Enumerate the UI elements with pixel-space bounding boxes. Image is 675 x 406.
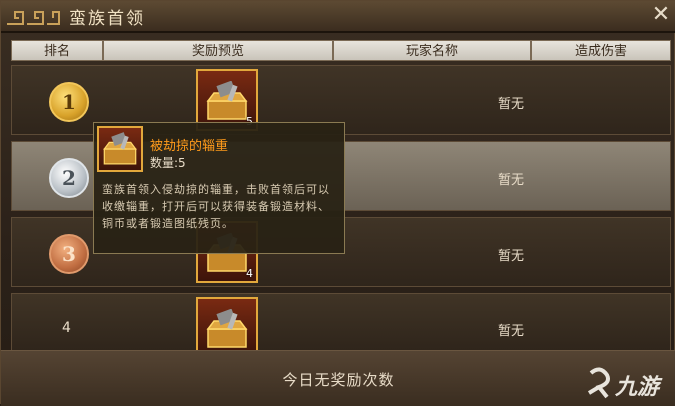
player-name-value: 暂无 <box>498 324 525 339</box>
boss-reward-window: 蛮族首领 ✕ 排名 奖励预览 玩家名称 造成伤害 1 5 暂无 2 暂无 3 <box>0 0 675 406</box>
player-name-value: 暂无 <box>498 249 525 264</box>
reward-status-text: 今日无奖励次数 <box>282 371 395 389</box>
tooltip-item-name: 被劫掠的辎重 <box>150 139 229 154</box>
item-tooltip: 被劫掠的辎重 数量:5 蛮族首领入侵劫掠的辎重，击败首领后可以收缴辎重，打开后可… <box>93 122 345 254</box>
reward-count: 4 <box>246 267 253 280</box>
header-damage: 造成伤害 <box>531 40 671 61</box>
rank-medal-gold: 1 <box>49 82 89 122</box>
reward-item-slot[interactable] <box>196 297 258 351</box>
tooltip-item-icon <box>97 126 143 172</box>
close-button[interactable]: ✕ <box>649 3 673 27</box>
player-name-value: 暂无 <box>498 173 525 188</box>
footer-bar: 今日无奖励次数 <box>1 350 675 406</box>
rank-number: 4 <box>62 320 71 336</box>
table-row: 4 暂无 <box>11 293 671 351</box>
title-ornament-icon <box>7 11 60 25</box>
player-name-value: 暂无 <box>498 97 525 112</box>
header-player-name: 玩家名称 <box>333 40 531 61</box>
header-reward-preview: 奖励预览 <box>103 40 333 61</box>
tooltip-quantity: 数量:5 <box>150 156 186 170</box>
rank-medal-bronze: 3 <box>49 234 89 274</box>
chest-icon <box>206 81 248 120</box>
header-rank: 排名 <box>11 40 103 61</box>
title-bar: 蛮族首领 ✕ <box>1 1 675 33</box>
nine-game-logo-icon <box>587 367 610 399</box>
watermark-logo: 九游 <box>585 367 673 401</box>
chest-icon <box>103 132 137 165</box>
rank-medal-silver: 2 <box>49 158 89 198</box>
chest-icon <box>206 309 248 348</box>
close-icon: ✕ <box>651 2 671 27</box>
tooltip-description: 蛮族首领入侵劫掠的辎重，击败首领后可以收缴辎重，打开后可以获得装备锻造材料、铜币… <box>102 183 330 230</box>
watermark-text: 九游 <box>615 375 660 400</box>
window-title: 蛮族首领 <box>69 9 145 29</box>
